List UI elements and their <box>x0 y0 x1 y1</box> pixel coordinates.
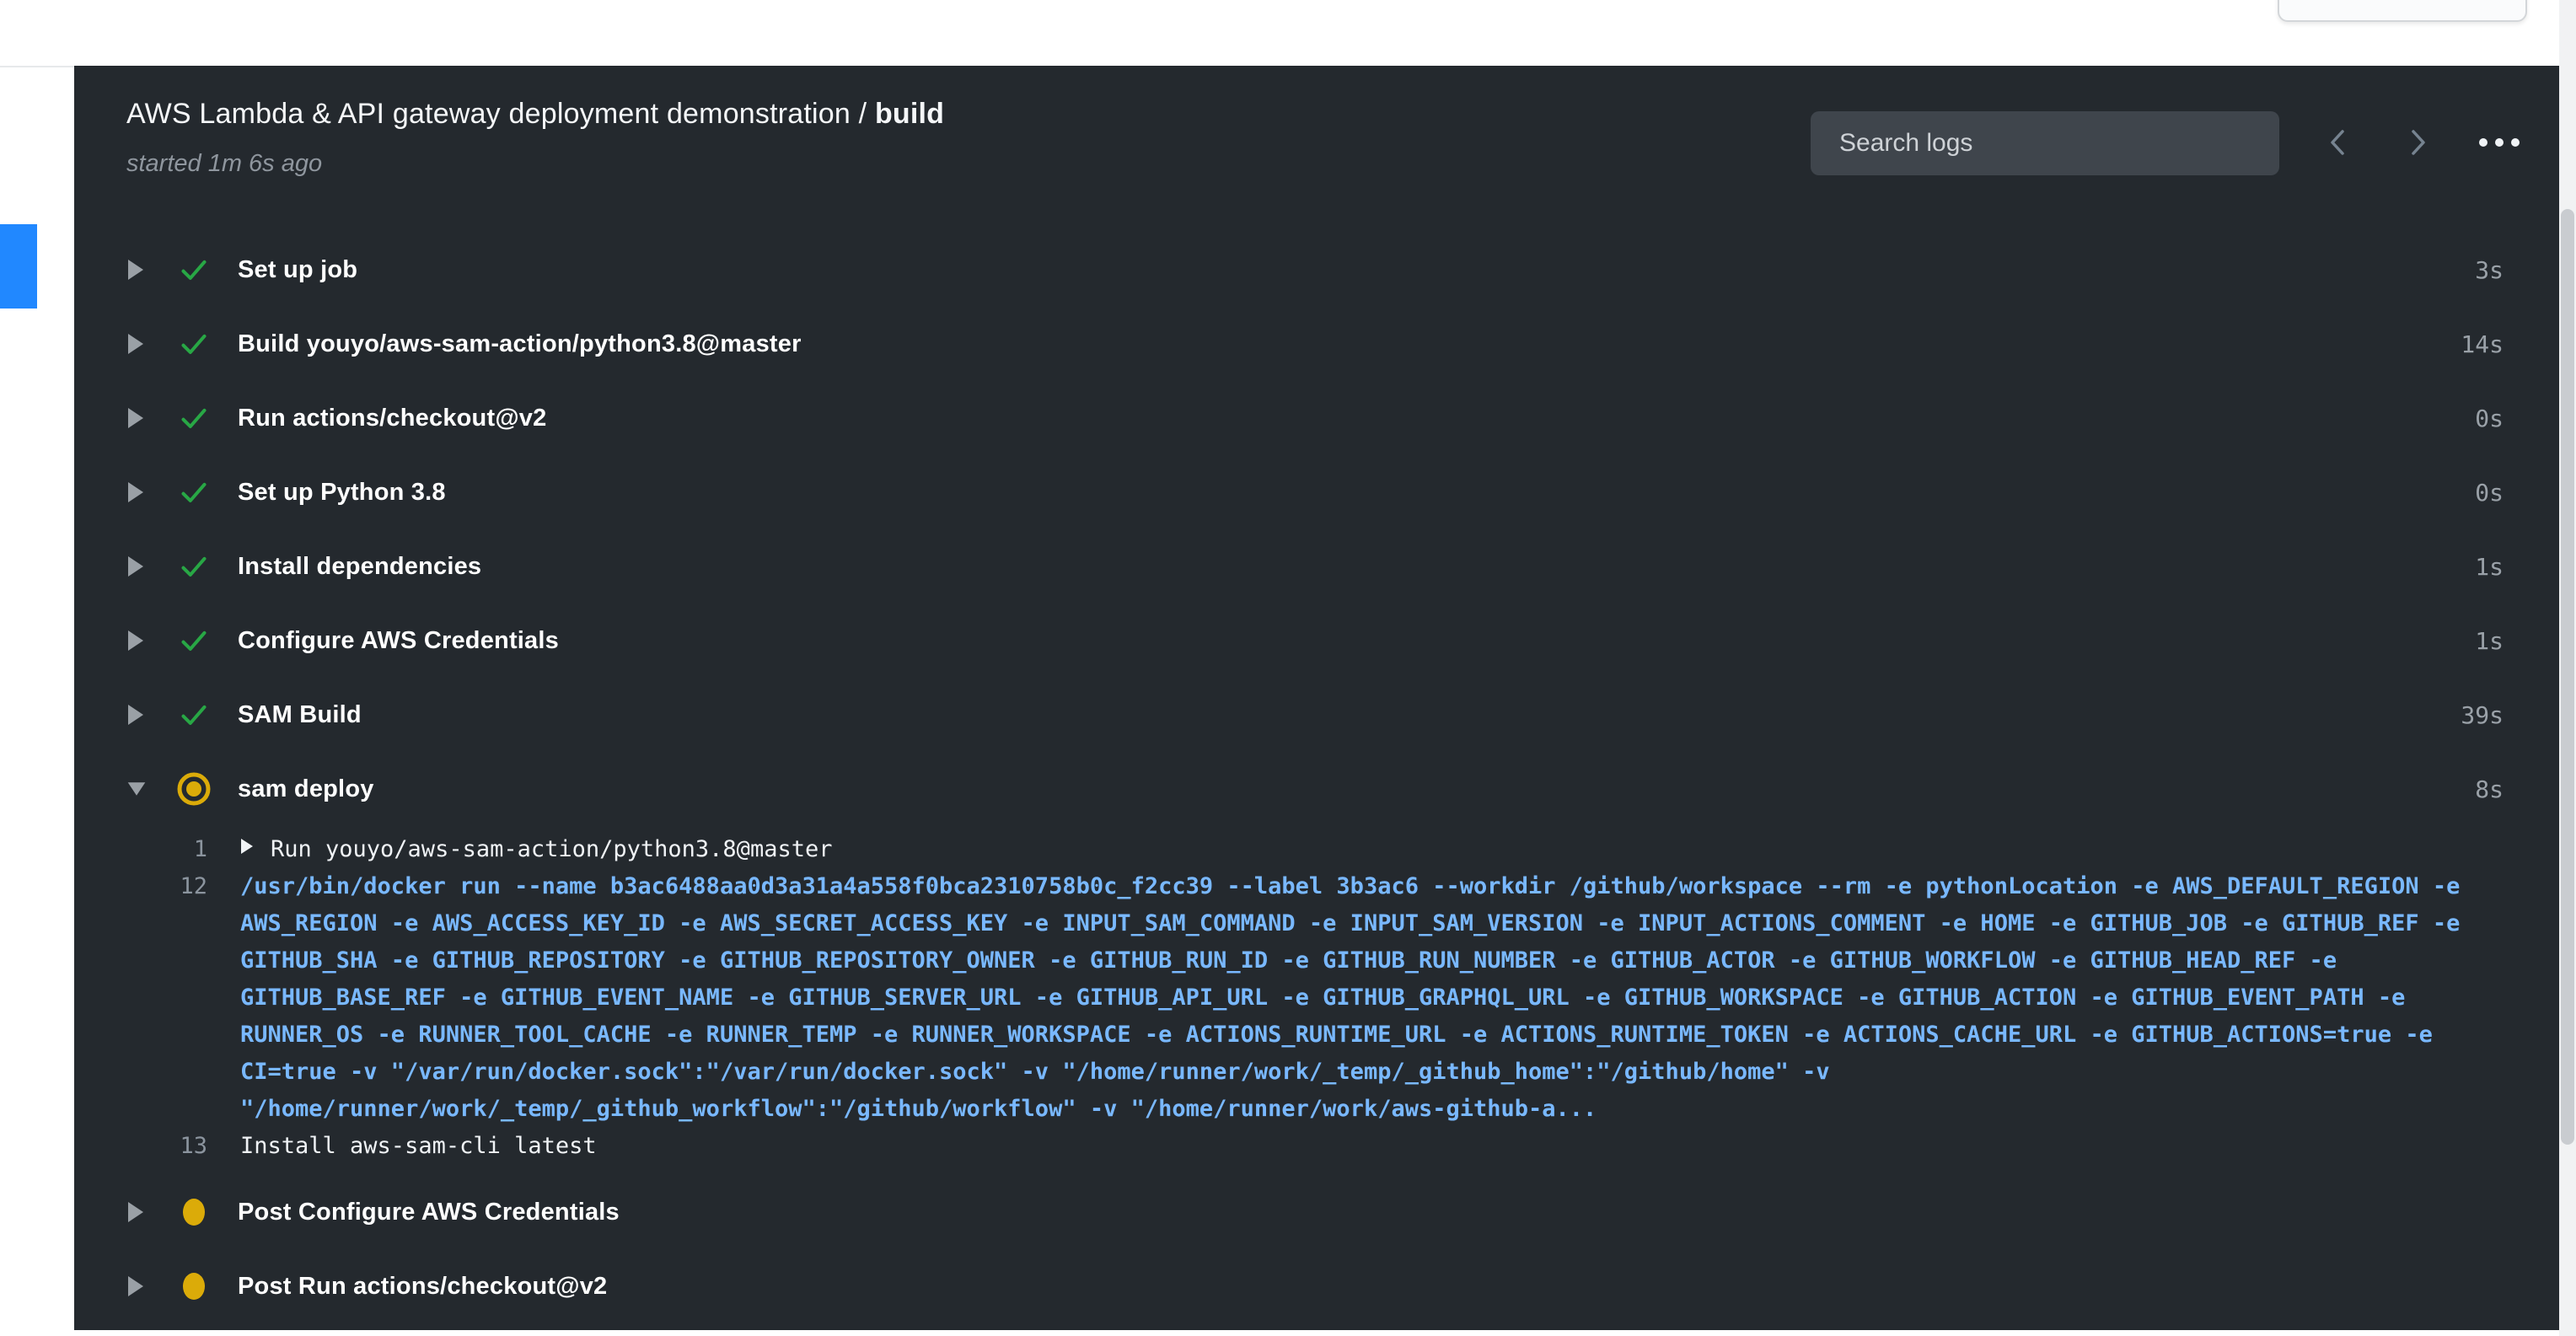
log-line[interactable]: 1 Run youyo/aws-sam-action/python3.8@mas… <box>74 831 2542 868</box>
step-duration: 14s <box>2461 330 2504 358</box>
chevron-right-icon <box>2407 127 2429 160</box>
step-name: SAM Build <box>238 701 362 729</box>
step-row[interactable]: sam deploy 8s <box>74 752 2559 826</box>
step-row[interactable]: Set up Python 3.8 0s <box>74 455 2559 529</box>
log-panel: AWS Lambda & API gateway deployment demo… <box>74 66 2559 1330</box>
step-name: Configure AWS Credentials <box>238 627 559 655</box>
log-text-content: Run youyo/aws-sam-action/python3.8@maste… <box>271 836 832 862</box>
step-status-icon <box>175 325 212 362</box>
browser-top-bar <box>0 0 2576 67</box>
step-duration: 0s <box>2475 479 2504 507</box>
step-status-icon <box>175 400 212 437</box>
check-icon <box>177 253 211 287</box>
scrollbar-thumb[interactable] <box>2561 209 2574 1145</box>
log-group-toggle-icon[interactable] <box>240 829 254 867</box>
active-job-indicator <box>0 224 37 309</box>
check-icon <box>177 624 211 657</box>
disclosure-icon <box>126 331 147 357</box>
check-icon <box>177 550 211 583</box>
check-icon <box>177 698 211 732</box>
step-status-icon <box>175 1268 212 1305</box>
step-duration: 8s <box>2475 775 2504 803</box>
log-line: 13 Install aws-sam-cli latest <box>74 1128 2542 1165</box>
disclosure-icon <box>126 257 147 282</box>
disclosure-icon <box>126 702 147 727</box>
step-row[interactable]: Post Run actions/checkout@v2 <box>74 1249 2559 1323</box>
step-name: Install dependencies <box>238 553 481 581</box>
step-status-icon <box>175 548 212 585</box>
step-name: Set up Python 3.8 <box>238 479 446 507</box>
queued-dot-icon <box>181 1272 207 1301</box>
step-name: sam deploy <box>238 775 374 803</box>
chevron-left-icon <box>2326 127 2348 160</box>
step-name: Set up job <box>238 256 357 284</box>
log-text-content: Install aws-sam-cli latest <box>240 1133 597 1159</box>
in-progress-spinner-icon <box>176 771 212 807</box>
step-status-icon <box>175 1194 212 1231</box>
workflow-title: AWS Lambda & API gateway deployment demo… <box>126 98 867 130</box>
step-duration: 39s <box>2461 701 2504 729</box>
disclosure-icon <box>126 628 147 653</box>
step-name: Build youyo/aws-sam-action/python3.8@mas… <box>238 330 802 358</box>
step-status-icon <box>175 696 212 733</box>
next-match-button[interactable] <box>2396 118 2441 169</box>
log-text-content: /usr/bin/docker run --name b3ac6488aa0d3… <box>240 873 2474 1122</box>
panel-header: AWS Lambda & API gateway deployment demo… <box>74 66 2559 233</box>
step-duration: 0s <box>2475 405 2504 432</box>
log-line-text: /usr/bin/docker run --name b3ac6488aa0d3… <box>240 868 2524 1128</box>
disclosure-icon <box>126 776 147 802</box>
page-scrollbar <box>2559 0 2576 1336</box>
log-settings-button[interactable] <box>2477 118 2522 169</box>
check-icon <box>177 327 211 361</box>
step-status-icon <box>175 474 212 511</box>
log-line: 12 /usr/bin/docker run --name b3ac6488aa… <box>74 868 2542 1128</box>
header-buttons <box>2315 111 2522 175</box>
job-name: build <box>875 98 944 130</box>
step-row[interactable]: Configure AWS Credentials 1s <box>74 604 2559 678</box>
step-name: Post Configure AWS Credentials <box>238 1199 620 1226</box>
log-line-text: Run youyo/aws-sam-action/python3.8@maste… <box>240 831 2524 868</box>
check-icon <box>177 401 211 435</box>
log-line-number[interactable]: 12 <box>74 868 207 1128</box>
step-duration: 1s <box>2475 553 2504 581</box>
disclosure-icon <box>126 1274 147 1299</box>
search-input[interactable] <box>1811 111 2279 175</box>
step-duration: 1s <box>2475 627 2504 655</box>
step-name: Post Run actions/checkout@v2 <box>238 1273 607 1301</box>
disclosure-icon <box>126 405 147 431</box>
step-status-icon <box>175 770 212 808</box>
cutoff-popup <box>2278 0 2527 22</box>
step-row[interactable]: Set up job 3s <box>74 233 2559 307</box>
log-line-number[interactable]: 13 <box>74 1128 207 1165</box>
started-timestamp: started 1m 6s ago <box>126 150 322 178</box>
check-icon <box>177 475 211 509</box>
step-row[interactable]: Run actions/checkout@v2 0s <box>74 381 2559 455</box>
log-line-text: Install aws-sam-cli latest <box>240 1128 2524 1165</box>
step-status-icon <box>175 622 212 659</box>
disclosure-icon <box>126 1199 147 1225</box>
step-row[interactable]: Install dependencies 1s <box>74 529 2559 604</box>
step-status-icon <box>175 251 212 288</box>
step-name: Run actions/checkout@v2 <box>238 405 546 432</box>
disclosure-icon <box>126 554 147 579</box>
disclosure-icon <box>126 480 147 505</box>
kebab-menu-icon <box>2477 137 2522 151</box>
page-title: AWS Lambda & API gateway deployment demo… <box>126 98 944 131</box>
step-row[interactable]: Post Configure AWS Credentials <box>74 1175 2559 1249</box>
step-duration: 3s <box>2475 256 2504 284</box>
step-row[interactable]: SAM Build 39s <box>74 678 2559 752</box>
step-row[interactable]: Build youyo/aws-sam-action/python3.8@mas… <box>74 307 2559 381</box>
steps-list: Set up job 3s Build youyo/aws-sam-action… <box>74 233 2559 1323</box>
log-block: 1 Run youyo/aws-sam-action/python3.8@mas… <box>74 826 2559 1175</box>
queued-dot-icon <box>181 1198 207 1226</box>
log-line-number[interactable]: 1 <box>74 831 207 868</box>
prev-match-button[interactable] <box>2315 118 2360 169</box>
